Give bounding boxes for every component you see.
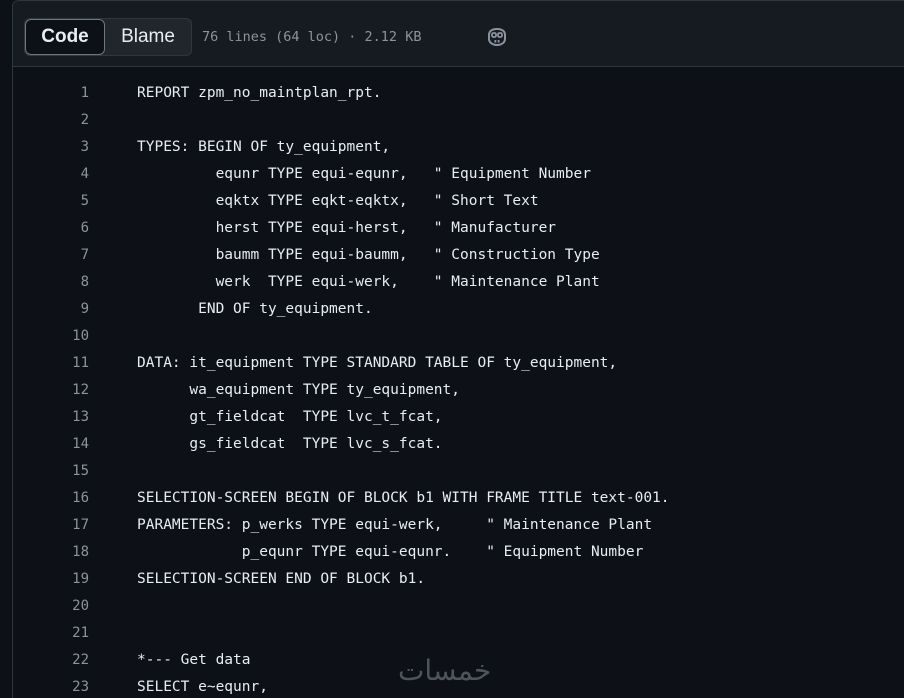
line-number[interactable]: 18 bbox=[13, 539, 89, 566]
code-line: 14 gs_fieldcat TYPE lvc_s_fcat. bbox=[13, 431, 904, 458]
line-number[interactable]: 22 bbox=[13, 647, 89, 674]
line-number[interactable]: 16 bbox=[13, 485, 89, 512]
line-number[interactable]: 7 bbox=[13, 242, 89, 269]
line-number[interactable]: 11 bbox=[13, 350, 89, 377]
code-line: 17 PARAMETERS: p_werks TYPE equi-werk, " … bbox=[13, 512, 904, 539]
line-number[interactable]: 5 bbox=[13, 188, 89, 215]
line-number[interactable]: 23 bbox=[13, 674, 89, 698]
code-line: 7 baumm TYPE equi-baumm, " Construction … bbox=[13, 242, 904, 269]
view-mode-toggle: Code Blame bbox=[24, 18, 192, 56]
line-number[interactable]: 6 bbox=[13, 215, 89, 242]
line-text: wa_equipment TYPE ty_equipment, bbox=[137, 382, 461, 398]
code-line: 1 REPORT zpm_no_maintplan_rpt. bbox=[13, 80, 904, 107]
code-line: 6 herst TYPE equi-herst, " Manufacturer bbox=[13, 215, 904, 242]
line-text: werk TYPE equi-werk, " Maintenance Plant bbox=[137, 274, 600, 290]
line-number[interactable]: 15 bbox=[13, 458, 89, 485]
line-number[interactable]: 9 bbox=[13, 296, 89, 323]
code-line: 2 bbox=[13, 107, 904, 134]
code-line: 11 DATA: it_equipment TYPE STANDARD TABLE… bbox=[13, 350, 904, 377]
line-number[interactable]: 2 bbox=[13, 107, 89, 134]
code-line: 13 gt_fieldcat TYPE lvc_t_fcat, bbox=[13, 404, 904, 431]
line-number[interactable]: 21 bbox=[13, 620, 89, 647]
blame-tab-button[interactable]: Blame bbox=[105, 19, 191, 55]
line-text: baumm TYPE equi-baumm, " Construction Ty… bbox=[137, 247, 600, 263]
line-text: herst TYPE equi-herst, " Manufacturer bbox=[137, 220, 557, 236]
code-line: 16 SELECTION-SCREEN BEGIN OF BLOCK b1 WIT… bbox=[13, 485, 904, 512]
file-panel: Code Blame 76 lines (64 loc) · 2.12 KB 1… bbox=[12, 0, 904, 698]
line-text: SELECT e~equnr, bbox=[137, 679, 268, 695]
line-number[interactable]: 3 bbox=[13, 134, 89, 161]
line-text: eqktx TYPE eqkt-eqktx, " Short Text bbox=[137, 193, 539, 209]
code-line: 8 werk TYPE equi-werk, " Maintenance Pla… bbox=[13, 269, 904, 296]
code-line: 4 equnr TYPE equi-equnr, " Equipment Num… bbox=[13, 161, 904, 188]
code-line: 21 bbox=[13, 620, 904, 647]
line-number[interactable]: 14 bbox=[13, 431, 89, 458]
line-number[interactable]: 1 bbox=[13, 80, 89, 107]
line-text: SELECTION-SCREEN END OF BLOCK b1. bbox=[137, 571, 426, 587]
code-line: 9 END OF ty_equipment. bbox=[13, 296, 904, 323]
line-text: gt_fieldcat TYPE lvc_t_fcat, bbox=[137, 409, 443, 425]
line-text: TYPES: BEGIN OF ty_equipment, bbox=[137, 139, 391, 155]
code-line: 3 TYPES: BEGIN OF ty_equipment, bbox=[13, 134, 904, 161]
line-text: SELECTION-SCREEN BEGIN OF BLOCK b1 WITH … bbox=[137, 490, 670, 506]
line-number[interactable]: 19 bbox=[13, 566, 89, 593]
code-line: 12 wa_equipment TYPE ty_equipment, bbox=[13, 377, 904, 404]
line-number[interactable]: 10 bbox=[13, 323, 89, 350]
line-text: DATA: it_equipment TYPE STANDARD TABLE O… bbox=[137, 355, 618, 371]
left-gutter bbox=[0, 0, 12, 698]
line-text: END OF ty_equipment. bbox=[137, 301, 373, 317]
copilot-icon[interactable] bbox=[485, 25, 509, 49]
watermark-logo: خمسات bbox=[398, 654, 492, 687]
code-line: 5 eqktx TYPE eqkt-eqktx, " Short Text bbox=[13, 188, 904, 215]
line-text: gs_fieldcat TYPE lvc_s_fcat. bbox=[137, 436, 443, 452]
line-text: PARAMETERS: p_werks TYPE equi-werk, " Ma… bbox=[137, 517, 653, 533]
line-text: p_equnr TYPE equi-equnr. " Equipment Num… bbox=[137, 544, 644, 560]
line-number[interactable]: 13 bbox=[13, 404, 89, 431]
line-text: equnr TYPE equi-equnr, " Equipment Numbe… bbox=[137, 166, 591, 182]
line-number[interactable]: 17 bbox=[13, 512, 89, 539]
code-line: 19 SELECTION-SCREEN END OF BLOCK b1. bbox=[13, 566, 904, 593]
line-text: *--- Get data bbox=[137, 652, 251, 668]
code-listing: 1 REPORT zpm_no_maintplan_rpt. 2 3 TYPES: BE… bbox=[13, 80, 904, 698]
code-line: 18 p_equnr TYPE equi-equnr. " Equipment … bbox=[13, 539, 904, 566]
code-line: 15 bbox=[13, 458, 904, 485]
code-line: 20 bbox=[13, 593, 904, 620]
line-number[interactable]: 12 bbox=[13, 377, 89, 404]
code-viewer-window: Code Blame 76 lines (64 loc) · 2.12 KB 1… bbox=[0, 0, 904, 698]
line-number[interactable]: 20 bbox=[13, 593, 89, 620]
line-number[interactable]: 8 bbox=[13, 269, 89, 296]
line-number[interactable]: 4 bbox=[13, 161, 89, 188]
code-line: 10 bbox=[13, 323, 904, 350]
file-toolbar: Code Blame 76 lines (64 loc) · 2.12 KB bbox=[13, 0, 904, 67]
file-meta-info: 76 lines (64 loc) · 2.12 KB bbox=[202, 29, 422, 45]
line-text: REPORT zpm_no_maintplan_rpt. bbox=[137, 85, 382, 101]
code-tab-button[interactable]: Code bbox=[25, 19, 105, 55]
